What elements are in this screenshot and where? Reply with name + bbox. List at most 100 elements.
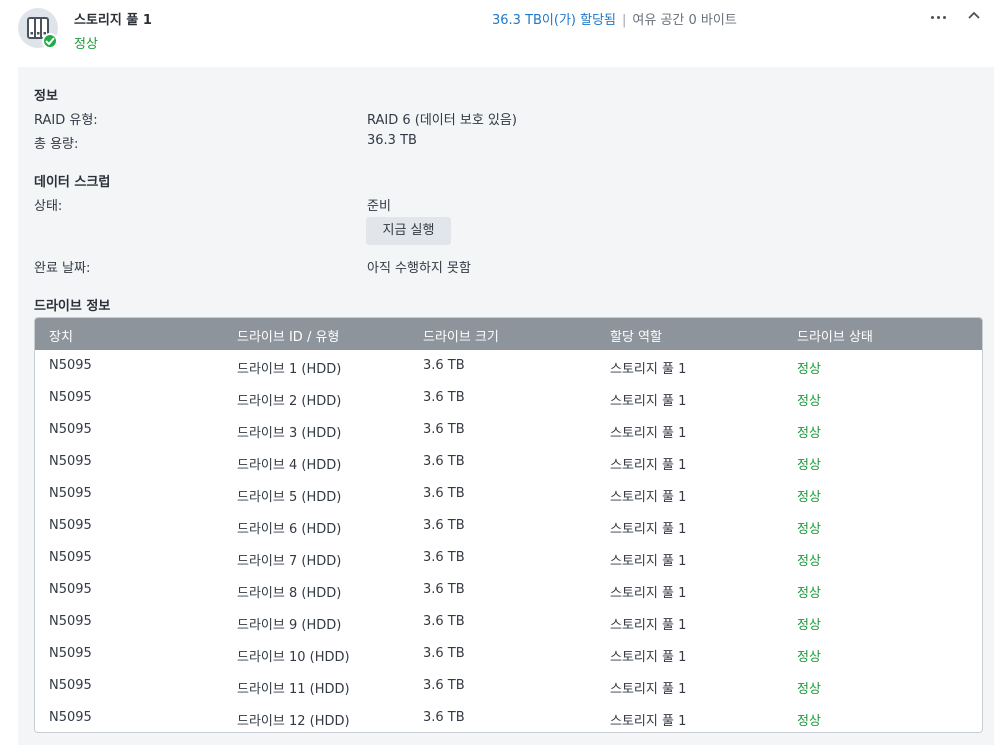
device-cell: N5095 [49,550,92,565]
drive-status-cell: 정상 [797,650,821,665]
drive-status-cell: 정상 [797,426,821,441]
storage-pool-header: 스토리지 풀 1 정상 36.3 TB이(가) 할당됨 | 여유 공간 0 바이트 [0,0,994,68]
device-cell: N5095 [49,390,92,405]
drive-size-cell: 3.6 TB [423,486,465,501]
scrub-status-label: 상태: [34,199,63,214]
table-row[interactable]: N5095 드라이브 11 (HDD) 3.6 TB 스토리지 풀 1 정상 [35,670,982,702]
column-header-device[interactable]: 장치 [49,326,73,345]
table-row[interactable]: N5095 드라이브 7 (HDD) 3.6 TB 스토리지 풀 1 정상 [35,542,982,574]
device-cell: N5095 [49,486,92,501]
drive-table-header: 장치 드라이브 ID / 유형 드라이브 크기 할당 역할 드라이브 상태 [35,318,982,350]
drive-status-cell: 정상 [797,682,821,697]
free-space-value: 여유 공간 0 바이트 [632,13,737,28]
drive-status-cell: 정상 [797,458,821,473]
scrub-status-value: 준비 [367,199,391,214]
device-cell: N5095 [49,646,92,661]
drive-size-cell: 3.6 TB [423,646,465,661]
drive-status-cell: 정상 [797,522,821,537]
drive-id-cell: 드라이브 4 (HDD) [237,458,342,473]
table-row[interactable]: N5095 드라이브 10 (HDD) 3.6 TB 스토리지 풀 1 정상 [35,638,982,670]
raid-type-value: RAID 6 (데이터 보호 있음) [367,113,517,128]
role-cell: 스토리지 풀 1 [610,714,687,729]
drive-size-cell: 3.6 TB [423,550,465,565]
drive-table: 장치 드라이브 ID / 유형 드라이브 크기 할당 역할 드라이브 상태 N5… [34,317,983,733]
role-cell: 스토리지 풀 1 [610,618,687,633]
drive-id-cell: 드라이브 8 (HDD) [237,586,342,601]
table-row[interactable]: N5095 드라이브 1 (HDD) 3.6 TB 스토리지 풀 1 정상 [35,350,982,382]
healthy-check-icon [42,33,58,49]
role-cell: 스토리지 풀 1 [610,522,687,537]
table-row[interactable]: N5095 드라이브 2 (HDD) 3.6 TB 스토리지 풀 1 정상 [35,382,982,414]
completed-date-label: 완료 날짜: [34,261,91,276]
chevron-up-icon[interactable] [964,6,984,26]
device-cell: N5095 [49,422,92,437]
drive-size-cell: 3.6 TB [423,390,465,405]
drive-size-cell: 3.6 TB [423,710,465,725]
role-cell: 스토리지 풀 1 [610,586,687,601]
drive-id-cell: 드라이브 2 (HDD) [237,394,342,409]
drive-status-cell: 정상 [797,554,821,569]
scrub-section-title: 데이터 스크럽 [34,175,111,190]
column-header-drive-status[interactable]: 드라이브 상태 [797,326,873,345]
total-capacity-value: 36.3 TB [367,133,417,148]
raid-type-label: RAID 유형: [34,113,98,128]
allocation-summary: 36.3 TB이(가) 할당됨 | 여유 공간 0 바이트 [492,9,737,28]
role-cell: 스토리지 풀 1 [610,426,687,441]
table-row[interactable]: N5095 드라이브 5 (HDD) 3.6 TB 스토리지 풀 1 정상 [35,478,982,510]
role-cell: 스토리지 풀 1 [610,490,687,505]
drive-id-cell: 드라이브 1 (HDD) [237,362,342,377]
table-row[interactable]: N5095 드라이브 3 (HDD) 3.6 TB 스토리지 풀 1 정상 [35,414,982,446]
drive-id-cell: 드라이브 7 (HDD) [237,554,342,569]
drive-size-cell: 3.6 TB [423,422,465,437]
device-cell: N5095 [49,678,92,693]
table-row[interactable]: N5095 드라이브 8 (HDD) 3.6 TB 스토리지 풀 1 정상 [35,574,982,606]
allocated-value: 36.3 TB이(가) 할당됨 [492,13,617,28]
drive-status-cell: 정상 [797,490,821,505]
drive-id-cell: 드라이브 11 (HDD) [237,682,350,697]
total-capacity-label: 총 용량: [34,137,79,152]
drive-size-cell: 3.6 TB [423,454,465,469]
completed-date-value: 아직 수행하지 못함 [367,261,471,276]
device-cell: N5095 [49,614,92,629]
drive-status-cell: 정상 [797,714,821,729]
drive-status-cell: 정상 [797,362,821,377]
table-row[interactable]: N5095 드라이브 9 (HDD) 3.6 TB 스토리지 풀 1 정상 [35,606,982,638]
pool-title: 스토리지 풀 1 [74,13,152,28]
info-section-title: 정보 [34,89,58,104]
device-cell: N5095 [49,358,92,373]
role-cell: 스토리지 풀 1 [610,682,687,697]
column-header-role[interactable]: 할당 역할 [610,326,662,345]
role-cell: 스토리지 풀 1 [610,458,687,473]
column-header-drive-id[interactable]: 드라이브 ID / 유형 [237,326,339,345]
device-cell: N5095 [49,454,92,469]
table-row[interactable]: N5095 드라이브 4 (HDD) 3.6 TB 스토리지 풀 1 정상 [35,446,982,478]
allocation-separator: | [622,13,627,28]
run-now-button[interactable]: 지금 실행 [366,217,451,245]
drive-size-cell: 3.6 TB [423,518,465,533]
role-cell: 스토리지 풀 1 [610,394,687,409]
drive-size-cell: 3.6 TB [423,678,465,693]
drive-size-cell: 3.6 TB [423,582,465,597]
drive-id-cell: 드라이브 5 (HDD) [237,490,342,505]
drive-size-cell: 3.6 TB [423,358,465,373]
more-options-icon[interactable] [928,6,950,28]
table-row[interactable]: N5095 드라이브 6 (HDD) 3.6 TB 스토리지 풀 1 정상 [35,510,982,542]
device-cell: N5095 [49,582,92,597]
device-cell: N5095 [49,710,92,725]
drive-id-cell: 드라이브 12 (HDD) [237,714,350,729]
table-row[interactable]: N5095 드라이브 12 (HDD) 3.6 TB 스토리지 풀 1 정상 [35,702,982,732]
drive-size-cell: 3.6 TB [423,614,465,629]
device-cell: N5095 [49,518,92,533]
drive-id-cell: 드라이브 3 (HDD) [237,426,342,441]
drive-id-cell: 드라이브 9 (HDD) [237,618,342,633]
role-cell: 스토리지 풀 1 [610,362,687,377]
drive-status-cell: 정상 [797,394,821,409]
drive-status-cell: 정상 [797,618,821,633]
drive-id-cell: 드라이브 10 (HDD) [237,650,350,665]
drive-id-cell: 드라이브 6 (HDD) [237,522,342,537]
pool-status: 정상 [74,37,98,52]
column-header-drive-size[interactable]: 드라이브 크기 [423,326,499,345]
role-cell: 스토리지 풀 1 [610,650,687,665]
drive-info-section-title: 드라이브 정보 [34,299,111,314]
role-cell: 스토리지 풀 1 [610,554,687,569]
